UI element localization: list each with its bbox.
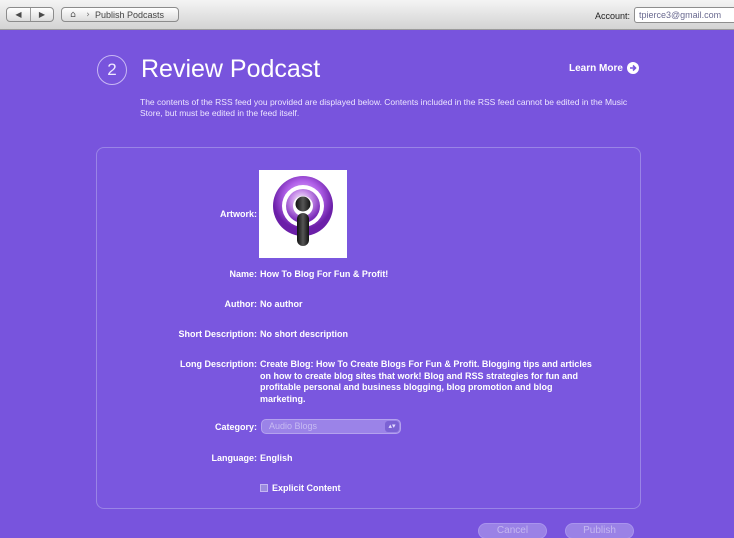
artwork-label: Artwork: [219,209,257,219]
podcast-details-panel: Artwork: Name: How To Blog For Fun & Pro… [96,147,641,509]
back-arrow-icon[interactable]: ◀ [7,8,30,21]
author-value: No author [260,299,303,309]
category-label: Category: [214,422,257,432]
home-icon[interactable]: ⌂ [62,10,84,20]
arrow-circle-icon [626,62,639,74]
name-label: Name: [229,269,257,279]
learn-more-link[interactable]: Learn More [569,62,639,74]
step-number: 2 [97,55,127,85]
long-description-value: Create Blog: How To Create Blogs For Fun… [260,359,592,404]
account-field[interactable]: tpierce3@gmail.com [634,7,734,23]
learn-more-label: Learn More [569,62,623,74]
chevron-right-icon: › [86,9,90,20]
short-description-value: No short description [260,329,349,339]
language-label: Language: [211,453,257,463]
language-value: English [260,453,293,463]
category-select[interactable]: Audio Blogs ▴▾ [261,419,401,434]
cancel-button[interactable]: Cancel [478,523,547,538]
toolbar: ◀ ▶ ⌂ › Publish Podcasts Account: tpierc… [0,0,734,30]
main-content: 2 Review Podcast Learn More The contents… [0,30,734,538]
page-title: Review Podcast [141,55,321,83]
podcast-artwork [259,170,347,258]
nav-buttons: ◀ ▶ [6,7,54,22]
intro-text: The contents of the RSS feed you provide… [140,97,628,118]
category-select-value: Audio Blogs [269,421,318,431]
publish-button[interactable]: Publish [565,523,634,538]
forward-arrow-icon[interactable]: ▶ [29,8,53,21]
long-description-label: Long Description: [180,359,257,369]
explicit-content-checkbox[interactable] [260,484,268,492]
name-value: How To Blog For Fun & Profit! [260,269,389,279]
select-arrows-icon: ▴▾ [385,421,399,432]
author-label: Author: [224,299,258,309]
breadcrumb: ⌂ › Publish Podcasts [61,7,179,22]
breadcrumb-item[interactable]: Publish Podcasts [92,10,164,20]
explicit-content-label: Explicit Content [272,483,341,493]
account-label: Account: [594,11,630,21]
short-description-label: Short Description: [178,329,257,339]
podcast-icon [273,176,333,246]
